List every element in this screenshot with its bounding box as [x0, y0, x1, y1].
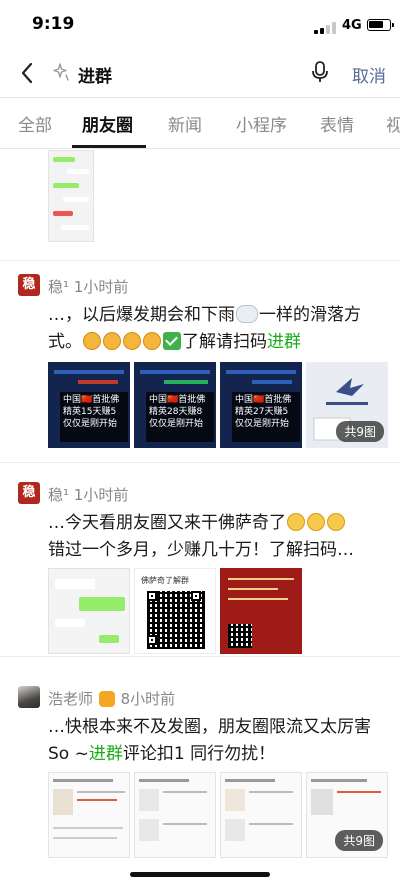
- rain-cloud-emoji-icon: [236, 305, 258, 323]
- image-caption: 中国🇨🇳首批佛 精英28天赚8 仅仅是刚开始: [146, 392, 214, 442]
- microphone-icon[interactable]: [311, 60, 329, 84]
- post-divider: [0, 260, 400, 261]
- laughing-emoji-icon: [287, 513, 305, 531]
- moment-post[interactable]: 稳 稳¹ 1小时前 …今天看朋友圈又来干佛萨奇了错过一个多月，少赚几十万！了解扫…: [0, 482, 400, 672]
- tab-mini-programs[interactable]: 小程序: [236, 111, 287, 136]
- post-meta: 浩老师 8小时前: [48, 688, 175, 709]
- network-label: 4G: [342, 18, 362, 33]
- post-image[interactable]: [134, 772, 216, 858]
- image-caption: 中国🇨🇳首批佛 精英15天赚5 仅仅是刚开始: [60, 392, 128, 442]
- search-highlight: 进群: [267, 332, 301, 352]
- image-count-badge: 共9图: [335, 830, 383, 851]
- laughing-emoji-icon: [307, 513, 325, 531]
- post-image[interactable]: 共9图: [306, 772, 388, 858]
- post-time: 1小时前: [73, 486, 129, 504]
- post-image[interactable]: 佛萨奇了解群: [134, 568, 216, 654]
- qr-code-icon: [228, 624, 252, 648]
- home-indicator[interactable]: [130, 872, 270, 877]
- post-image-grid: 佛萨奇了解群: [48, 568, 388, 654]
- post-image[interactable]: [48, 568, 130, 654]
- post-image[interactable]: [48, 772, 130, 858]
- status-time: 9:19: [32, 14, 75, 34]
- post-meta: 稳¹ 1小时前: [48, 484, 128, 505]
- back-arrow-icon[interactable]: [18, 60, 38, 86]
- tab-news[interactable]: 新闻: [168, 111, 202, 136]
- post-image[interactable]: 中国🇨🇳首批佛 精英27天赚5 仅仅是刚开始: [220, 362, 302, 448]
- post-image[interactable]: 中国🇨🇳首批佛 精英15天赚5 仅仅是刚开始: [48, 362, 130, 448]
- search-bar: 进群 取消: [0, 48, 400, 98]
- fist-emoji-icon: [83, 332, 101, 350]
- post-image-grid: 共9图: [48, 772, 388, 858]
- author-name: 浩老师: [48, 690, 94, 708]
- post-text-part: …今天看朋友圈又来干佛萨奇了: [48, 513, 286, 533]
- post-divider: [0, 462, 400, 463]
- laughing-emoji-icon: [327, 513, 345, 531]
- post-time: 8小时前: [120, 690, 176, 708]
- post-text-part: …，以后爆发期会和下雨: [48, 305, 235, 325]
- fist-emoji-icon: [103, 332, 121, 350]
- fist-emoji-icon: [143, 332, 161, 350]
- post-meta: 稳¹ 1小时前: [48, 276, 128, 297]
- post-text-part: 错过一个多月，少赚几十万！了解扫码…: [48, 540, 354, 560]
- moment-post[interactable]: 稳 稳¹ 1小时前 …，以后爆发期会和下雨 一样的滑落方式。 了解请扫码进群 中国🇨…: [0, 274, 400, 474]
- post-image[interactable]: 中国🇨🇳首批佛 精英28天赚8 仅仅是刚开始: [134, 362, 216, 448]
- image-caption: 佛萨奇了解群: [141, 576, 189, 585]
- status-bar: 9:19 4G: [0, 0, 400, 48]
- active-tab-indicator: [72, 145, 146, 148]
- post-image[interactable]: 共9图: [306, 362, 388, 448]
- author-name: 稳¹: [48, 486, 70, 504]
- post-time: 1小时前: [73, 278, 129, 296]
- sparkle-icon: [53, 63, 69, 81]
- avatar[interactable]: [18, 686, 40, 708]
- avatar[interactable]: 稳: [18, 482, 40, 504]
- image-caption: 中国🇨🇳首批佛 精英27天赚5 仅仅是刚开始: [232, 392, 300, 442]
- tab-stickers[interactable]: 表情: [320, 111, 354, 136]
- fist-emoji-icon: [123, 332, 141, 350]
- post-text: …今天看朋友圈又来干佛萨奇了错过一个多月，少赚几十万！了解扫码…: [48, 510, 388, 564]
- post-text-part: 了解请扫码: [182, 332, 267, 352]
- moments-feed[interactable]: 稳 稳¹ 1小时前 …，以后爆发期会和下雨 一样的滑落方式。 了解请扫码进群 中国🇨…: [0, 150, 400, 884]
- post-image[interactable]: [220, 772, 302, 858]
- previous-post-image[interactable]: [48, 150, 94, 242]
- search-highlight: 进群: [88, 744, 123, 764]
- search-input[interactable]: 进群: [78, 62, 112, 87]
- image-count-badge: 共9图: [336, 421, 384, 442]
- post-image[interactable]: [220, 568, 302, 654]
- moment-post[interactable]: 浩老师 8小时前 …快根本来不及发圈，朋友圈限流又太厉害So ~进群评论扣1 同…: [0, 686, 400, 884]
- post-text: …，以后爆发期会和下雨 一样的滑落方式。 了解请扫码进群: [48, 302, 388, 356]
- tab-moments[interactable]: 朋友圈: [82, 111, 133, 136]
- avatar[interactable]: 稳: [18, 274, 40, 296]
- category-tabs: 全部 朋友圈 新闻 小程序 表情 视: [0, 99, 400, 149]
- cancel-button[interactable]: 取消: [352, 62, 386, 87]
- author-name: 稳¹: [48, 278, 70, 296]
- post-text: …快根本来不及发圈，朋友圈限流又太厉害So ~进群评论扣1 同行勿扰！: [48, 714, 388, 768]
- signal-icon: [314, 22, 336, 34]
- tab-all[interactable]: 全部: [18, 111, 52, 136]
- check-mark-emoji-icon: [163, 332, 181, 350]
- post-text-part: 评论扣1 同行勿扰！: [122, 744, 276, 764]
- tiger-emoji-icon: [98, 691, 115, 707]
- post-divider: [0, 656, 400, 657]
- tab-video[interactable]: 视: [386, 111, 400, 136]
- post-image-grid: 中国🇨🇳首批佛 精英15天赚5 仅仅是刚开始 中国🇨🇳首批佛 精英28天赚8 仅仅是刚开…: [48, 362, 388, 448]
- battery-icon: [367, 19, 394, 31]
